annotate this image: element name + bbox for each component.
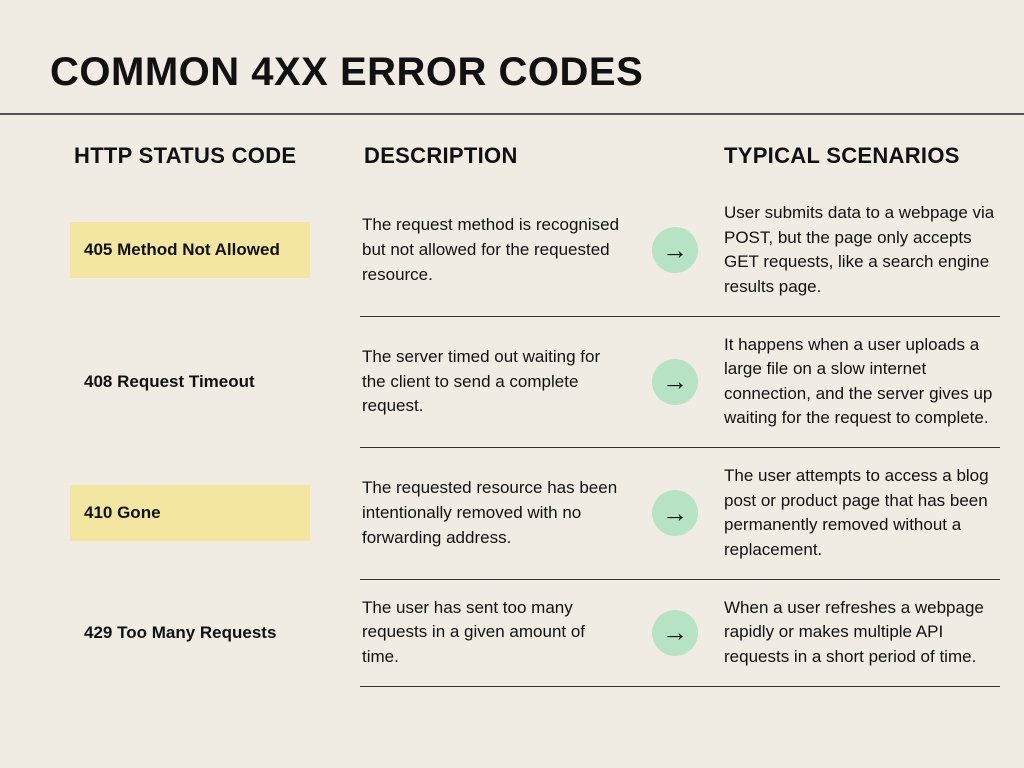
column-header-description: DESCRIPTION: [360, 139, 630, 187]
description-cell: The requested resource has been intentio…: [360, 450, 630, 577]
arrow-cell: →: [640, 319, 710, 446]
status-code-cell: 429 Too Many Requests: [70, 582, 350, 684]
description-cell: The user has sent too many requests in a…: [360, 582, 630, 684]
arrow-cell: →: [640, 582, 710, 684]
status-code-label: 429 Too Many Requests: [70, 605, 310, 661]
scenario-cell: It happens when a user uploads a large f…: [720, 319, 1000, 446]
arrow-right-icon: →: [652, 359, 698, 405]
status-code-cell: 408 Request Timeout: [70, 319, 350, 446]
description-cell: The server timed out waiting for the cli…: [360, 319, 630, 446]
page-title: COMMON 4XX ERROR CODES: [50, 50, 974, 95]
arrow-right-icon: →: [652, 610, 698, 656]
arrow-cell: →: [640, 450, 710, 577]
column-header-scenarios: TYPICAL SCENARIOS: [720, 139, 1000, 187]
description-cell: The request method is recognised but not…: [360, 187, 630, 314]
scenario-cell: When a user refreshes a webpage rapidly …: [720, 582, 1000, 684]
column-header-arrow: [640, 139, 710, 187]
status-code-label: 405 Method Not Allowed: [70, 222, 310, 278]
status-code-cell: 405 Method Not Allowed: [70, 187, 350, 314]
row-divider: [360, 686, 1000, 687]
status-code-label: 408 Request Timeout: [70, 354, 310, 410]
row-divider: [360, 316, 1000, 317]
status-code-label: 410 Gone: [70, 485, 310, 541]
scenario-cell: User submits data to a webpage via POST,…: [720, 187, 1000, 314]
column-header-code: HTTP STATUS CODE: [70, 139, 350, 187]
scenario-cell: The user attempts to access a blog post …: [720, 450, 1000, 577]
arrow-cell: →: [640, 187, 710, 314]
status-code-cell: 410 Gone: [70, 450, 350, 577]
row-divider: [360, 447, 1000, 448]
row-divider: [360, 579, 1000, 580]
title-divider: [0, 113, 1024, 115]
arrow-right-icon: →: [652, 490, 698, 536]
arrow-right-icon: →: [652, 227, 698, 273]
error-codes-table: HTTP STATUS CODE DESCRIPTION TYPICAL SCE…: [50, 139, 974, 689]
